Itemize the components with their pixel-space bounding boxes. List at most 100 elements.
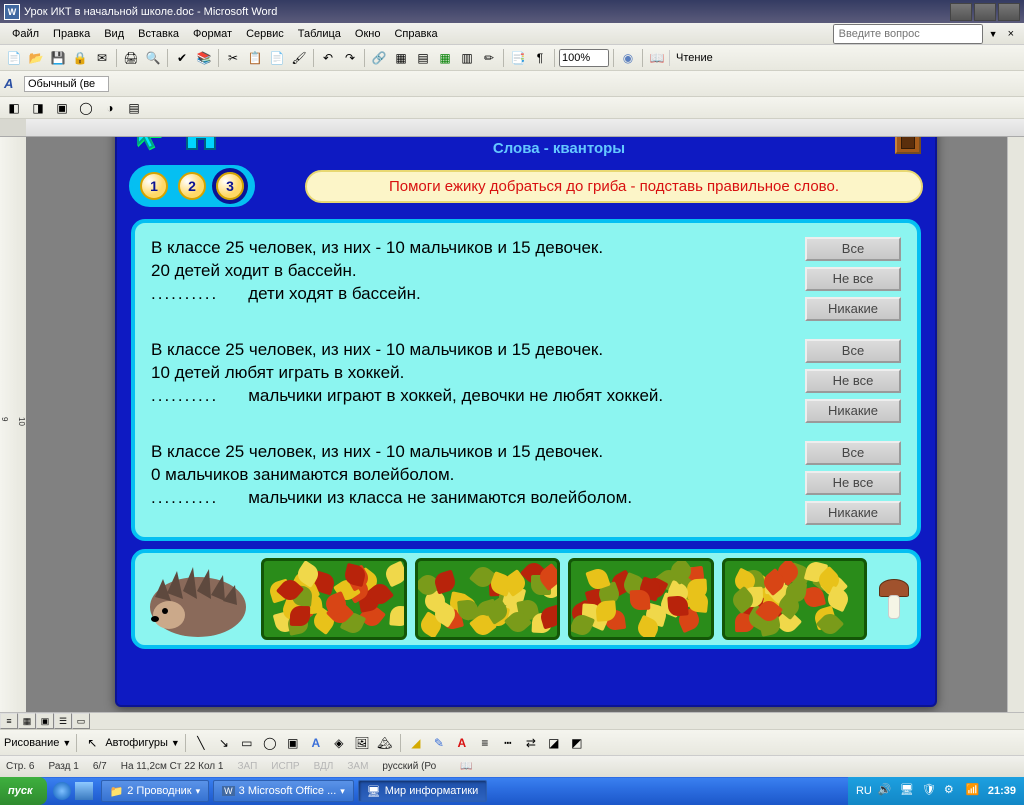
research-icon[interactable]: 📚 [194,48,214,68]
menu-file[interactable]: Файл [6,26,45,42]
preview-icon[interactable]: 🔍 [143,48,163,68]
tray-icon[interactable]: ⚙ [944,783,960,799]
tool-ic-3[interactable]: ▣ [52,98,72,118]
undo-icon[interactable]: ↶ [318,48,338,68]
desktop-icon[interactable] [75,782,93,800]
dropdown-icon[interactable]: ▼ [985,29,1002,39]
task-explorer[interactable]: 📁2 Проводник▾ [101,780,210,802]
diagram-icon[interactable]: ◈ [329,733,349,753]
style-select[interactable]: Обычный (ве [24,76,109,92]
styles-pane-icon[interactable]: A [4,75,22,93]
permissions-icon[interactable]: 🔒 [70,48,90,68]
close-button[interactable] [998,3,1020,21]
answer-none-button[interactable]: Никакие [805,501,901,525]
open-icon[interactable]: 📂 [26,48,46,68]
format-painter-icon[interactable]: 🖌 [289,48,309,68]
close-pane-button[interactable]: × [1004,28,1018,40]
clipart-icon[interactable]: 🖼 [352,733,372,753]
tables-borders-icon[interactable]: ▦ [391,48,411,68]
menu-format[interactable]: Формат [187,26,238,42]
cursor-icon[interactable] [131,137,167,153]
start-button[interactable]: пуск [0,777,47,805]
new-doc-icon[interactable]: 📄 [4,48,24,68]
mail-icon[interactable]: ✉ [92,48,112,68]
menu-edit[interactable]: Правка [47,26,96,42]
cut-icon[interactable]: ✂ [223,48,243,68]
picture-icon[interactable]: 🏔 [375,733,395,753]
spellcheck-status-icon[interactable]: 📖 [460,761,472,772]
menu-table[interactable]: Таблица [292,26,347,42]
spellcheck-icon[interactable]: ✔ [172,48,192,68]
dash-style-icon[interactable]: ┅ [498,733,518,753]
ie-icon[interactable] [53,782,71,800]
page-button-1[interactable]: 1 [140,172,168,200]
menu-help[interactable]: Справка [388,26,443,42]
redo-icon[interactable]: ↷ [340,48,360,68]
home-icon[interactable] [179,137,223,157]
paste-icon[interactable]: 📄 [267,48,287,68]
web-view-button[interactable]: ▦ [18,713,36,729]
clock[interactable]: 21:39 [988,785,1016,797]
tool-ic-2[interactable]: ◨ [28,98,48,118]
rectangle-icon[interactable]: ▭ [237,733,257,753]
exit-door-icon[interactable] [895,137,921,154]
autoshapes-label[interactable]: Автофигуры [105,737,168,749]
answer-none-button[interactable]: Никакие [805,297,901,321]
answer-all-button[interactable]: Все [805,237,901,261]
tool-ic-1[interactable]: ◧ [4,98,24,118]
tool-ic-5[interactable]: ◑ [100,98,120,118]
shadow-icon[interactable]: ◪ [544,733,564,753]
answer-none-button[interactable]: Никакие [805,399,901,423]
answer-all-button[interactable]: Все [805,441,901,465]
select-objects-icon[interactable]: ↖ [82,733,102,753]
answer-not-all-button[interactable]: Не все [805,471,901,495]
textbox-icon[interactable]: ▣ [283,733,303,753]
tray-icon[interactable]: 🔊 [878,783,894,799]
menu-tools[interactable]: Сервис [240,26,290,42]
arrow-style-icon[interactable]: ⇄ [521,733,541,753]
task-word[interactable]: W3 Microsoft Office ...▾ [213,780,354,802]
normal-view-button[interactable]: ≡ [0,713,18,729]
help-icon[interactable]: ◉ [618,48,638,68]
lang-indicator[interactable]: RU [856,785,872,797]
fill-color-icon[interactable]: ◢ [406,733,426,753]
menu-window[interactable]: Окно [349,26,387,42]
print-view-button[interactable]: ▣ [36,713,54,729]
oval-icon[interactable]: ◯ [260,733,280,753]
answer-not-all-button[interactable]: Не все [805,369,901,393]
print-icon[interactable]: 🖨 [121,48,141,68]
line-icon[interactable]: ╲ [191,733,211,753]
copy-icon[interactable]: 📋 [245,48,265,68]
page-button-3[interactable]: 3 [216,172,244,200]
vertical-scrollbar[interactable] [1007,137,1024,712]
excel-icon[interactable]: ▦ [435,48,455,68]
outline-view-button[interactable]: ☰ [54,713,72,729]
dropdown-icon[interactable]: ▼ [62,738,71,748]
document-area[interactable]: МИР ИНФОРМАТИКИ Третий год обучения Слов… [26,137,1007,712]
horizontal-scrollbar[interactable]: ≡ ▦ ▣ ☰ ▭ [0,712,1024,729]
reading-label[interactable]: Чтение [669,50,719,66]
3d-icon[interactable]: ◩ [567,733,587,753]
drawing-label[interactable]: Рисование [4,737,59,749]
arrow-icon[interactable]: ↘ [214,733,234,753]
show-marks-icon[interactable]: ¶ [530,48,550,68]
tray-icon[interactable]: 🖥 [900,783,916,799]
insert-table-icon[interactable]: ▤ [413,48,433,68]
ask-question-input[interactable] [833,24,983,44]
reading-icon[interactable]: 📖 [647,48,667,68]
tool-ic-4[interactable]: ◯ [76,98,96,118]
page-button-2[interactable]: 2 [178,172,206,200]
columns-icon[interactable]: ▥ [457,48,477,68]
tray-icon[interactable]: 📶 [966,783,982,799]
drawing-icon[interactable]: ✏ [479,48,499,68]
line-style-icon[interactable]: ≡ [475,733,495,753]
minimize-button[interactable] [950,3,972,21]
doc-map-icon[interactable]: 📑 [508,48,528,68]
tool-ic-6[interactable]: ▤ [124,98,144,118]
font-color-icon[interactable]: A [452,733,472,753]
menu-insert[interactable]: Вставка [132,26,185,42]
task-informatics[interactable]: 🖥Мир информатики [358,780,488,802]
zoom-input[interactable] [559,49,609,67]
tray-icon[interactable]: 🛡 [922,783,938,799]
save-icon[interactable]: 💾 [48,48,68,68]
